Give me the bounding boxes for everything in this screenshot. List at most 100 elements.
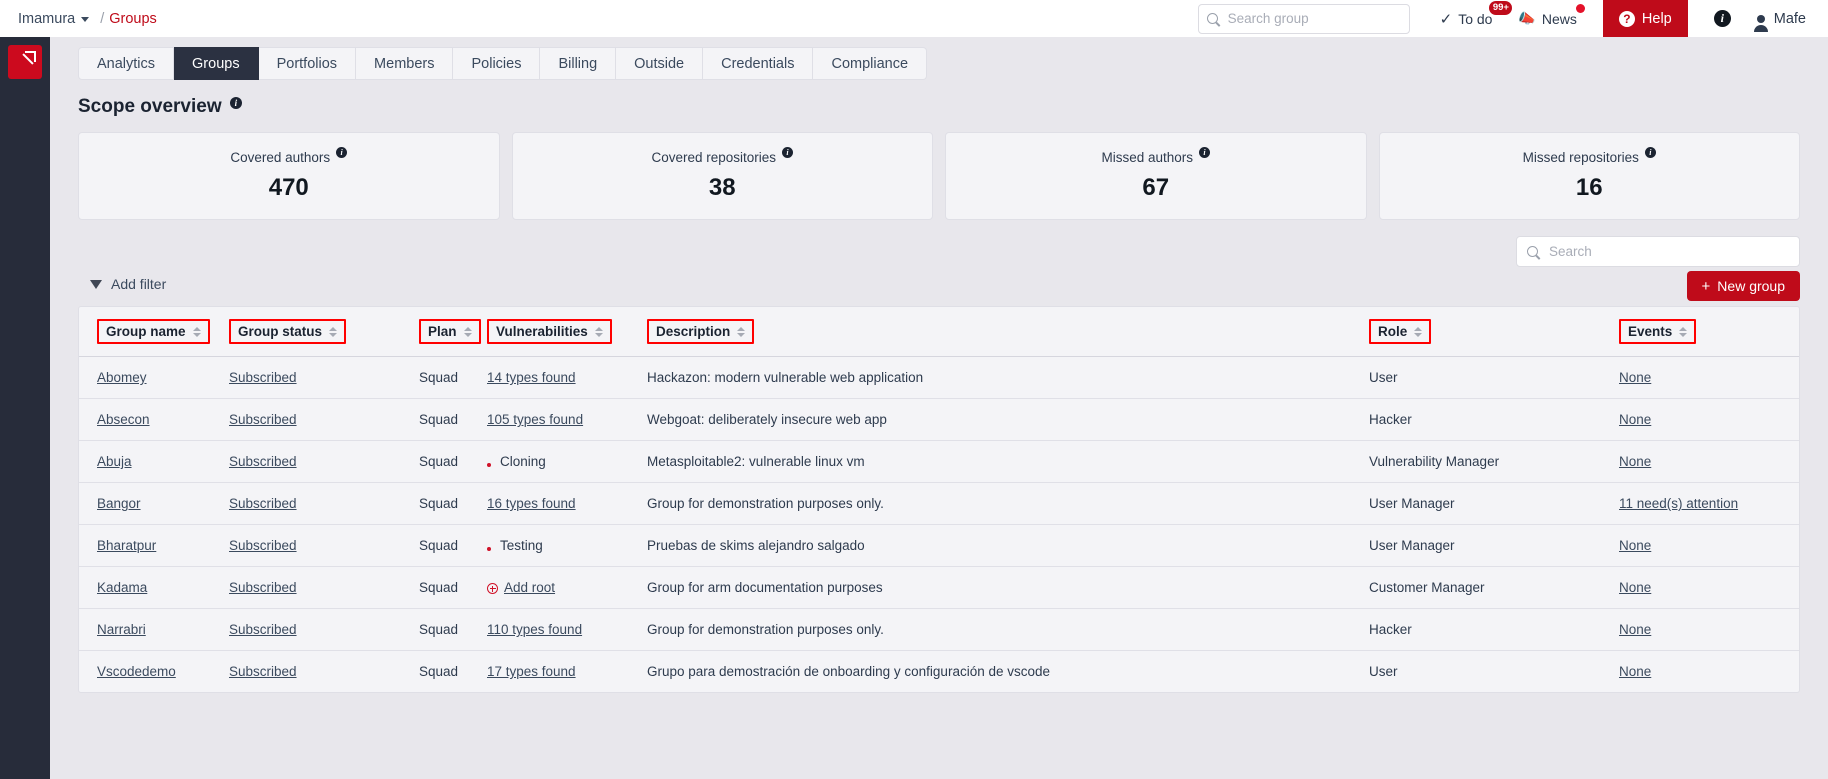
info-icon[interactable]: i (782, 147, 794, 158)
column-header-group-name[interactable]: Group name (79, 307, 229, 357)
column-header-box[interactable]: Plan (419, 319, 481, 344)
events-link[interactable]: None (1619, 454, 1651, 469)
role-value: Hacker (1369, 412, 1412, 427)
sort-arrows-icon[interactable] (1679, 326, 1688, 337)
table-row[interactable]: Abuja Subscribed Squad Cloning Metasploitabl… (79, 440, 1799, 483)
column-header-box[interactable]: Group name (97, 319, 210, 344)
global-search-input[interactable] (1225, 10, 1401, 27)
group-name-link[interactable]: Abomey (97, 370, 147, 385)
group-name-link[interactable]: Vscodedemo (97, 664, 176, 679)
events-link[interactable]: None (1619, 538, 1651, 553)
tab-compliance[interactable]: Compliance (813, 47, 928, 80)
help-button[interactable]: ? Help (1602, 0, 1688, 37)
group-status-link[interactable]: Subscribed (229, 412, 297, 427)
group-name-link[interactable]: Abuja (97, 454, 132, 469)
tab-analytics[interactable]: Analytics (78, 47, 175, 80)
group-status-link[interactable]: Subscribed (229, 538, 297, 553)
tab-policies[interactable]: Policies (453, 47, 541, 80)
table-search-box[interactable] (1516, 236, 1800, 267)
metric-label-text: Missed authors (1101, 150, 1194, 165)
column-header-plan[interactable]: Plan (419, 307, 487, 357)
role-value-cell: User Manager (1369, 482, 1619, 525)
group-status-link[interactable]: Subscribed (229, 622, 297, 637)
column-header-box[interactable]: Description (647, 319, 755, 344)
tab-credentials[interactable]: Credentials (703, 47, 814, 80)
events-link[interactable]: None (1619, 622, 1651, 637)
vulnerabilities-value[interactable]: 110 types found (487, 622, 582, 637)
vulnerabilities-value[interactable]: 14 types found (487, 370, 576, 385)
events-link[interactable]: None (1619, 664, 1651, 679)
vulnerabilities-value[interactable]: 105 types found (487, 412, 583, 427)
tab-members[interactable]: Members (356, 47, 454, 80)
column-header-box[interactable]: Role (1369, 319, 1432, 344)
info-icon[interactable]: i (229, 96, 243, 110)
table-row[interactable]: Narrabri Subscribed Squad 110 types found Gr… (79, 608, 1799, 651)
tab-outside[interactable]: Outside (616, 47, 704, 80)
new-group-button[interactable]: + New group (1686, 271, 1800, 301)
sort-arrows-icon[interactable] (192, 326, 201, 337)
vulnerabilities-value[interactable]: Add root (504, 580, 555, 595)
todo-button[interactable]: ✓ To do 99+ (1440, 0, 1513, 28)
metric-card: Covered repositories i 38 (511, 132, 933, 220)
tab-portfolios[interactable]: Portfolios (258, 47, 357, 80)
vulnerabilities-value: Testing (500, 538, 543, 553)
group-status-link[interactable]: Subscribed (229, 454, 297, 469)
group-status-link[interactable]: Subscribed (229, 370, 297, 385)
group-name-link[interactable]: Narrabri (97, 622, 146, 637)
column-header-group-status[interactable]: Group status (229, 307, 419, 357)
group-name-link[interactable]: Bangor (97, 496, 141, 511)
table-row[interactable]: Bharatpur Subscribed Squad Testing Pruebas d… (79, 524, 1799, 567)
sort-arrows-icon[interactable] (463, 326, 472, 337)
events-link[interactable]: None (1619, 580, 1651, 595)
table-row[interactable]: Vscodedemo Subscribed Squad 17 types found G… (79, 651, 1799, 693)
chevron-down-icon[interactable] (81, 17, 90, 22)
sort-arrows-icon[interactable] (737, 326, 746, 337)
group-name-link[interactable]: Bharatpur (97, 538, 156, 553)
vulnerabilities-value[interactable]: 17 types found (487, 664, 576, 679)
group-status-link-cell: Subscribed (229, 440, 419, 483)
table-row[interactable]: Kadama Subscribed Squad Add root Group for a… (79, 566, 1799, 609)
column-header-box[interactable]: Events (1619, 319, 1697, 344)
column-header-box[interactable]: Vulnerabilities (487, 319, 612, 344)
group-status-link[interactable]: Subscribed (229, 496, 297, 511)
group-status-link[interactable]: Subscribed (229, 580, 297, 595)
column-header-box[interactable]: Group status (229, 319, 347, 344)
group-status-link[interactable]: Subscribed (229, 664, 297, 679)
sort-arrows-icon[interactable] (1414, 326, 1423, 337)
role-value-cell: Customer Manager (1369, 566, 1619, 609)
tab-billing[interactable]: Billing (540, 47, 617, 80)
group-name-link-cell: Bharatpur (79, 524, 229, 567)
events-link[interactable]: 11 need(s) attention (1619, 496, 1738, 511)
role-value-cell: User Manager (1369, 524, 1619, 567)
info-button[interactable]: i (1713, 10, 1731, 27)
table-row[interactable]: Abomey Subscribed Squad 14 types found Hacka… (79, 356, 1799, 399)
info-icon[interactable]: i (336, 147, 348, 158)
info-icon[interactable]: i (1199, 147, 1211, 158)
table-row[interactable]: Bangor Subscribed Squad 16 types found Group… (79, 482, 1799, 525)
info-icon[interactable]: i (1644, 147, 1656, 158)
plan-value: Squad (419, 664, 459, 679)
events-link[interactable]: None (1619, 370, 1651, 385)
group-name-link[interactable]: Kadama (97, 580, 147, 595)
group-name-link[interactable]: Absecon (97, 412, 150, 427)
column-header-role[interactable]: Role (1369, 307, 1619, 357)
table-search-input[interactable] (1547, 243, 1789, 260)
metric-card-label: Missed authors i (1101, 147, 1211, 165)
global-search-box[interactable] (1197, 3, 1410, 34)
add-filter-button[interactable]: Add filter (90, 276, 166, 292)
breadcrumb-current[interactable]: Groups (109, 11, 157, 27)
user-menu[interactable]: Mafe (1753, 11, 1806, 32)
vulnerabilities-value[interactable]: 16 types found (487, 496, 576, 511)
events-link[interactable]: None (1619, 412, 1651, 427)
groups-table-container: Group name Group status Plan Vulnerabilitie… (78, 306, 1800, 693)
table-row[interactable]: Absecon Subscribed Squad 105 types found Web… (79, 398, 1799, 441)
column-header-events[interactable]: Events (1619, 307, 1799, 357)
sort-arrows-icon[interactable] (329, 326, 338, 337)
breadcrumb-org[interactable]: Imamura (18, 11, 75, 27)
tab-groups[interactable]: Groups (174, 47, 259, 80)
app-logo[interactable] (8, 45, 42, 79)
column-header-description[interactable]: Description (647, 307, 1369, 357)
column-header-vulnerabilities[interactable]: Vulnerabilities (487, 307, 647, 357)
sort-arrows-icon[interactable] (594, 326, 603, 337)
news-button[interactable]: 📣 News (1518, 4, 1585, 27)
